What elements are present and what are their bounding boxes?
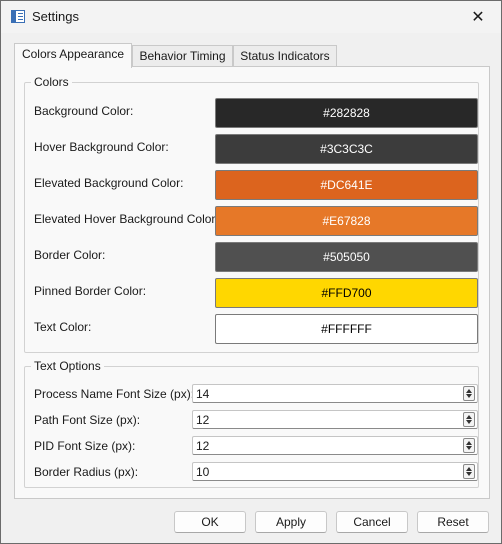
border-color-label: Border Color: <box>34 248 106 262</box>
elevated-hover-background-color-label: Elevated Hover Background Color: <box>34 212 219 226</box>
pinned-border-color-button[interactable]: #FFD700 <box>215 278 478 308</box>
arrow-down-icon[interactable] <box>466 446 472 450</box>
text-color-label: Text Color: <box>34 320 92 334</box>
pid-font-size-label: PID Font Size (px): <box>34 439 136 453</box>
spin-arrows[interactable] <box>463 386 475 401</box>
pinned-border-color-value: #FFD700 <box>321 286 372 300</box>
elevated-hover-background-color-value: #E67828 <box>322 214 371 228</box>
hover-background-color-button[interactable]: #3C3C3C <box>215 134 478 164</box>
text-color-value: #FFFFFF <box>321 322 372 336</box>
spin-arrows[interactable] <box>463 438 475 453</box>
path-font-size-spinbox[interactable]: 12 <box>192 410 478 429</box>
border-color-value: #505050 <box>323 250 370 264</box>
background-color-value: #282828 <box>323 106 370 120</box>
colors-group-title: Colors <box>31 75 72 89</box>
text-options-group-title: Text Options <box>31 359 104 373</box>
border-radius-label: Border Radius (px): <box>34 465 139 479</box>
reset-button[interactable]: Reset <box>417 511 489 533</box>
text-color-button[interactable]: #FFFFFF <box>215 314 478 344</box>
apply-button[interactable]: Apply <box>255 511 327 533</box>
settings-window: Settings ✕ Colors Appearance Behavior Ti… <box>0 0 502 544</box>
process-name-font-size-spinbox[interactable]: 14 <box>192 384 478 403</box>
tab-panel-colors-appearance: Colors Background Color: #282828 Hover B… <box>14 66 490 499</box>
app-window-icon <box>11 10 25 23</box>
tab-behavior-timing[interactable]: Behavior Timing <box>132 45 233 67</box>
elevated-background-color-button[interactable]: #DC641E <box>215 170 478 200</box>
pinned-border-color-label: Pinned Border Color: <box>34 284 147 298</box>
elevated-background-color-label: Elevated Background Color: <box>34 176 184 190</box>
spin-arrows[interactable] <box>463 464 475 479</box>
cancel-button[interactable]: Cancel <box>336 511 408 533</box>
close-icon[interactable]: ✕ <box>467 7 489 27</box>
path-font-size-label: Path Font Size (px): <box>34 413 141 427</box>
ok-button[interactable]: OK <box>174 511 246 533</box>
colors-group: Colors Background Color: #282828 Hover B… <box>24 75 479 353</box>
background-color-label: Background Color: <box>34 104 134 118</box>
elevated-background-color-value: #DC641E <box>320 178 373 192</box>
hover-background-color-value: #3C3C3C <box>320 142 373 156</box>
path-font-size-value: 12 <box>196 413 210 427</box>
text-options-group: Text Options Process Name Font Size (px)… <box>24 359 479 488</box>
border-radius-value: 10 <box>196 465 210 479</box>
border-radius-spinbox[interactable]: 10 <box>192 462 478 481</box>
pid-font-size-spinbox[interactable]: 12 <box>192 436 478 455</box>
arrow-up-icon[interactable] <box>466 415 472 419</box>
elevated-hover-background-color-button[interactable]: #E67828 <box>215 206 478 236</box>
process-name-font-size-label: Process Name Font Size (px): <box>34 387 195 401</box>
border-color-button[interactable]: #505050 <box>215 242 478 272</box>
arrow-up-icon[interactable] <box>466 467 472 471</box>
arrow-down-icon[interactable] <box>466 472 472 476</box>
tab-colors-appearance[interactable]: Colors Appearance <box>14 43 132 68</box>
spin-arrows[interactable] <box>463 412 475 427</box>
arrow-down-icon[interactable] <box>466 420 472 424</box>
pid-font-size-value: 12 <box>196 439 210 453</box>
arrow-down-icon[interactable] <box>466 394 472 398</box>
hover-background-color-label: Hover Background Color: <box>34 140 169 154</box>
window-title: Settings <box>32 9 79 24</box>
title-bar[interactable]: Settings ✕ <box>1 1 501 33</box>
background-color-button[interactable]: #282828 <box>215 98 478 128</box>
process-name-font-size-value: 14 <box>196 387 210 401</box>
tab-status-indicators[interactable]: Status Indicators <box>233 45 337 67</box>
arrow-up-icon[interactable] <box>466 441 472 445</box>
arrow-up-icon[interactable] <box>466 389 472 393</box>
